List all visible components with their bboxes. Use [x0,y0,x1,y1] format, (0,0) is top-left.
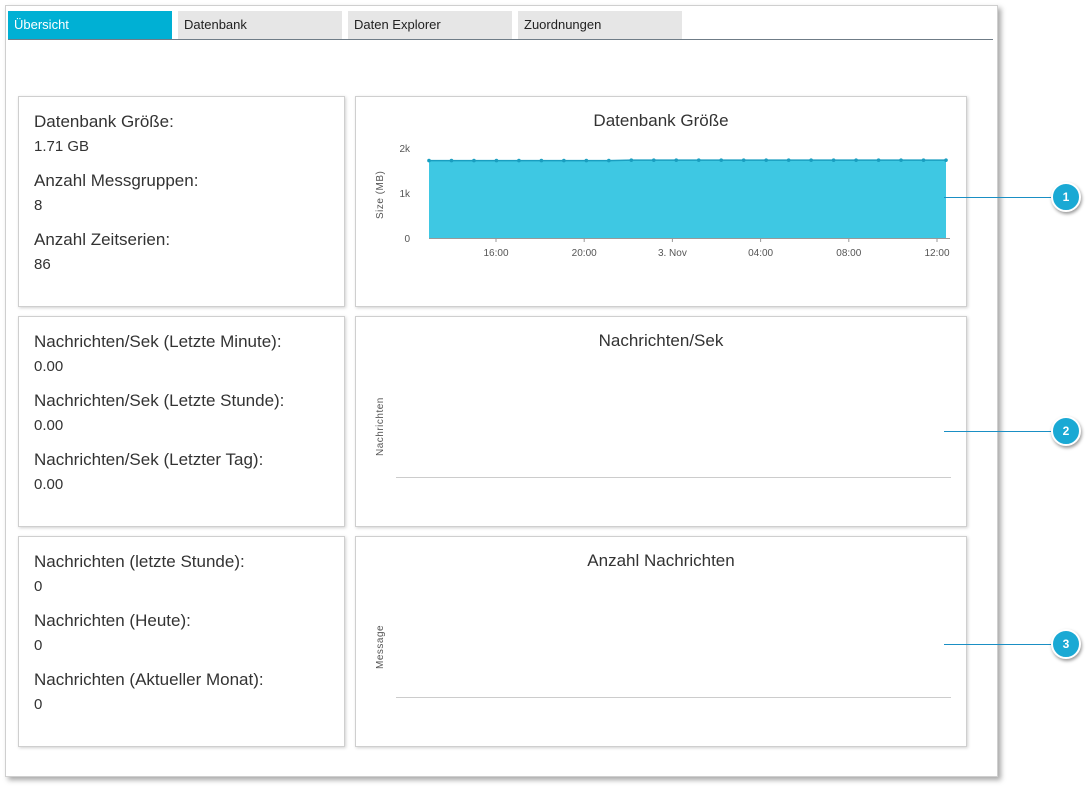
data-point [651,158,656,162]
group-count-label: Anzahl Messgruppen: [34,171,199,190]
data-point [696,158,701,162]
count-month-label: Nachrichten (Aktueller Monat): [34,670,264,689]
data-point [786,158,791,162]
data-point [629,158,634,162]
x-tick-label: 3. Nov [658,248,687,259]
callout-line [944,644,1052,645]
tab-zuordnungen[interactable]: Zuordnungen [518,11,682,39]
x-axis-line [396,477,951,478]
rate-hour-value: 0.00 [34,417,64,434]
y-tick-label: 1k [399,189,411,200]
y-axis-label: Message [375,624,386,669]
rate-minute-value: 0.00 [34,358,64,375]
db-size-value: 1.71 GB [34,138,90,155]
data-point [854,158,858,162]
data-point [562,158,566,163]
callout-badge-3: 3 [1051,629,1081,659]
db-stats-panel: Datenbank Größe: 1.71 GB Anzahl Messgrup… [18,96,345,307]
count-hour-value: 0 [34,578,43,595]
data-point [809,158,813,162]
data-point [494,158,499,163]
db-size-label: Datenbank Größe: [34,112,174,131]
data-point [674,158,679,162]
data-point [607,158,611,163]
tab-datenbank[interactable]: Datenbank [178,11,342,39]
data-point [539,158,544,163]
data-point [472,158,476,163]
rate-day-label: Nachrichten/Sek (Letzter Tag): [34,450,264,469]
data-point [584,158,589,163]
data-point [944,158,948,162]
data-point [427,158,431,163]
chart-title: Anzahl Nachrichten [587,551,735,570]
rate-stats-panel: Nachrichten/Sek (Letzte Minute): 0.00 Na… [18,316,345,527]
count-today-label: Nachrichten (Heute): [34,611,191,630]
data-point [449,158,454,163]
data-point [741,158,746,162]
chart-title: Nachrichten/Sek [598,331,724,350]
data-point [719,158,724,162]
callout-line [944,431,1052,432]
data-point [764,158,768,162]
count-hour-label: Nachrichten (letzte Stunde): [34,552,245,571]
x-tick-label: 16:00 [483,248,508,259]
y-tick-label: 2k [399,144,411,155]
series-count-value: 86 [34,256,51,273]
db-size-chart: 2k 1k 0 16:00 20:00 3. Nov 04:00 08:00 12:00 [399,144,950,259]
series-count-label: Anzahl Zeitserien: [34,230,171,249]
count-chart-panel: Anzahl Nachrichten Message [355,536,967,747]
data-point [876,158,881,162]
x-tick-label: 20:00 [572,248,597,259]
data-point [517,158,521,163]
count-month-value: 0 [34,696,43,713]
x-tick-label: 08:00 [836,248,861,259]
tab-daten-explorer[interactable]: Daten Explorer [348,11,512,39]
x-tick-label: 12:00 [924,248,949,259]
y-axis-label: Nachrichten [375,397,386,456]
rate-minute-label: Nachrichten/Sek (Letzte Minute): [34,332,282,351]
x-axis-line [396,697,951,698]
db-size-chart-panel: Datenbank Größe Size (MB) 2k 1k 0 16:00 20:0… [355,96,967,307]
group-count-value: 8 [34,197,43,214]
data-point [831,158,836,162]
rate-hour-label: Nachrichten/Sek (Letzte Stunde): [34,391,285,410]
data-point [899,158,903,162]
tab-uebersicht[interactable]: Übersicht [8,11,172,39]
x-tick-label: 04:00 [748,248,773,259]
callout-badge-1: 1 [1051,182,1081,212]
count-today-value: 0 [34,637,43,654]
y-tick-label: 0 [404,234,410,245]
data-point [921,158,926,162]
count-stats-panel: Nachrichten (letzte Stunde): 0 Nachricht… [18,536,345,747]
callout-line [944,197,1052,198]
tab-bar: Übersicht Datenbank Daten Explorer Zuord… [8,11,993,40]
callout-badge-2: 2 [1051,416,1081,446]
area-fill [429,160,946,238]
rate-chart-panel: Nachrichten/Sek Nachrichten [355,316,967,527]
rate-day-value: 0.00 [34,476,64,493]
